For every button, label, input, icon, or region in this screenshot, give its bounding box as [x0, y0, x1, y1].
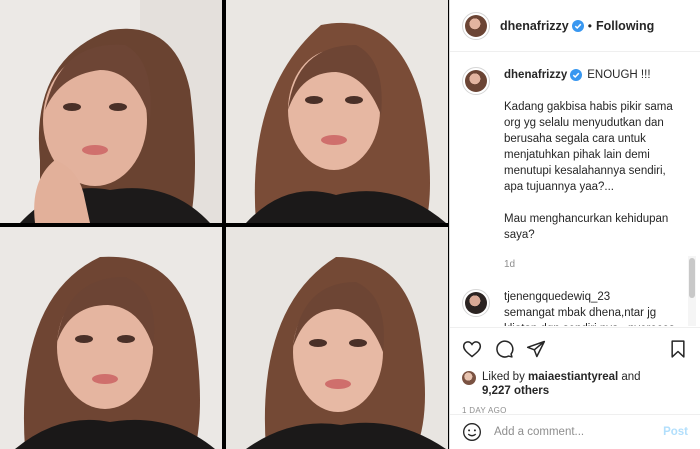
likes-count[interactable]: 9,227 others [482, 385, 549, 397]
comments-list[interactable]: dhenafrizzy ENOUGH !!! Kadang gakbisa ha… [450, 53, 700, 326]
caption-row: dhenafrizzy ENOUGH !!! Kadang gakbisa ha… [462, 67, 688, 273]
share-icon[interactable] [526, 339, 546, 359]
bookmark-icon[interactable] [668, 339, 688, 359]
photo-top-left [0, 0, 222, 223]
add-comment-bar: Post [450, 414, 700, 449]
comments-scrollbar[interactable] [688, 256, 696, 326]
photo-bottom-right [226, 227, 448, 449]
caption-timestamp[interactable]: 1d [504, 257, 688, 273]
heart-icon[interactable] [462, 339, 482, 359]
scrollbar-thumb[interactable] [689, 258, 695, 298]
post-button[interactable]: Post [663, 426, 688, 438]
post-sidebar: dhenafrizzy • Following dhenafrizzy ENOU… [449, 0, 700, 449]
liked-and: and [621, 371, 641, 383]
comment-input[interactable] [494, 426, 664, 438]
commenter-avatar[interactable] [462, 289, 490, 317]
post-image[interactable] [0, 0, 448, 449]
photo-top-right [226, 0, 448, 223]
emoji-icon[interactable] [462, 422, 482, 442]
liked-prefix: Liked by [482, 371, 525, 383]
comment-icon[interactable] [494, 339, 514, 359]
caption-username[interactable]: dhenafrizzy [504, 67, 567, 83]
separator-dot: • [587, 18, 592, 33]
liker-avatar[interactable] [462, 371, 476, 385]
caption-avatar[interactable] [462, 67, 490, 95]
caption-title: ENOUGH !!! [587, 69, 651, 81]
follow-status-button[interactable]: Following [596, 19, 654, 33]
caption-text: Kadang gakbisa habis pikir sama org yg s… [504, 101, 673, 241]
liker-username[interactable]: maiaestiantyreal [528, 371, 618, 383]
commenter-username[interactable]: tjenengquedewiq_23 [504, 291, 610, 303]
likes-summary: Liked by maiaestiantyreal and 9,227 othe… [462, 370, 688, 398]
verified-icon [571, 19, 584, 32]
author-avatar[interactable] [462, 11, 490, 40]
comment-text: semangat mbak dhena,ntar jg kliatan dgn … [504, 307, 675, 326]
photo-bottom-left [0, 227, 222, 449]
post-actions: Liked by maiaestiantyreal and 9,227 othe… [450, 327, 700, 415]
author-username[interactable]: dhenafrizzy [500, 19, 569, 33]
comment-row: tjenengquedewiq_23 semangat mbak dhena,n… [462, 289, 688, 326]
verified-icon [570, 69, 583, 81]
post-header: dhenafrizzy • Following [450, 0, 700, 52]
